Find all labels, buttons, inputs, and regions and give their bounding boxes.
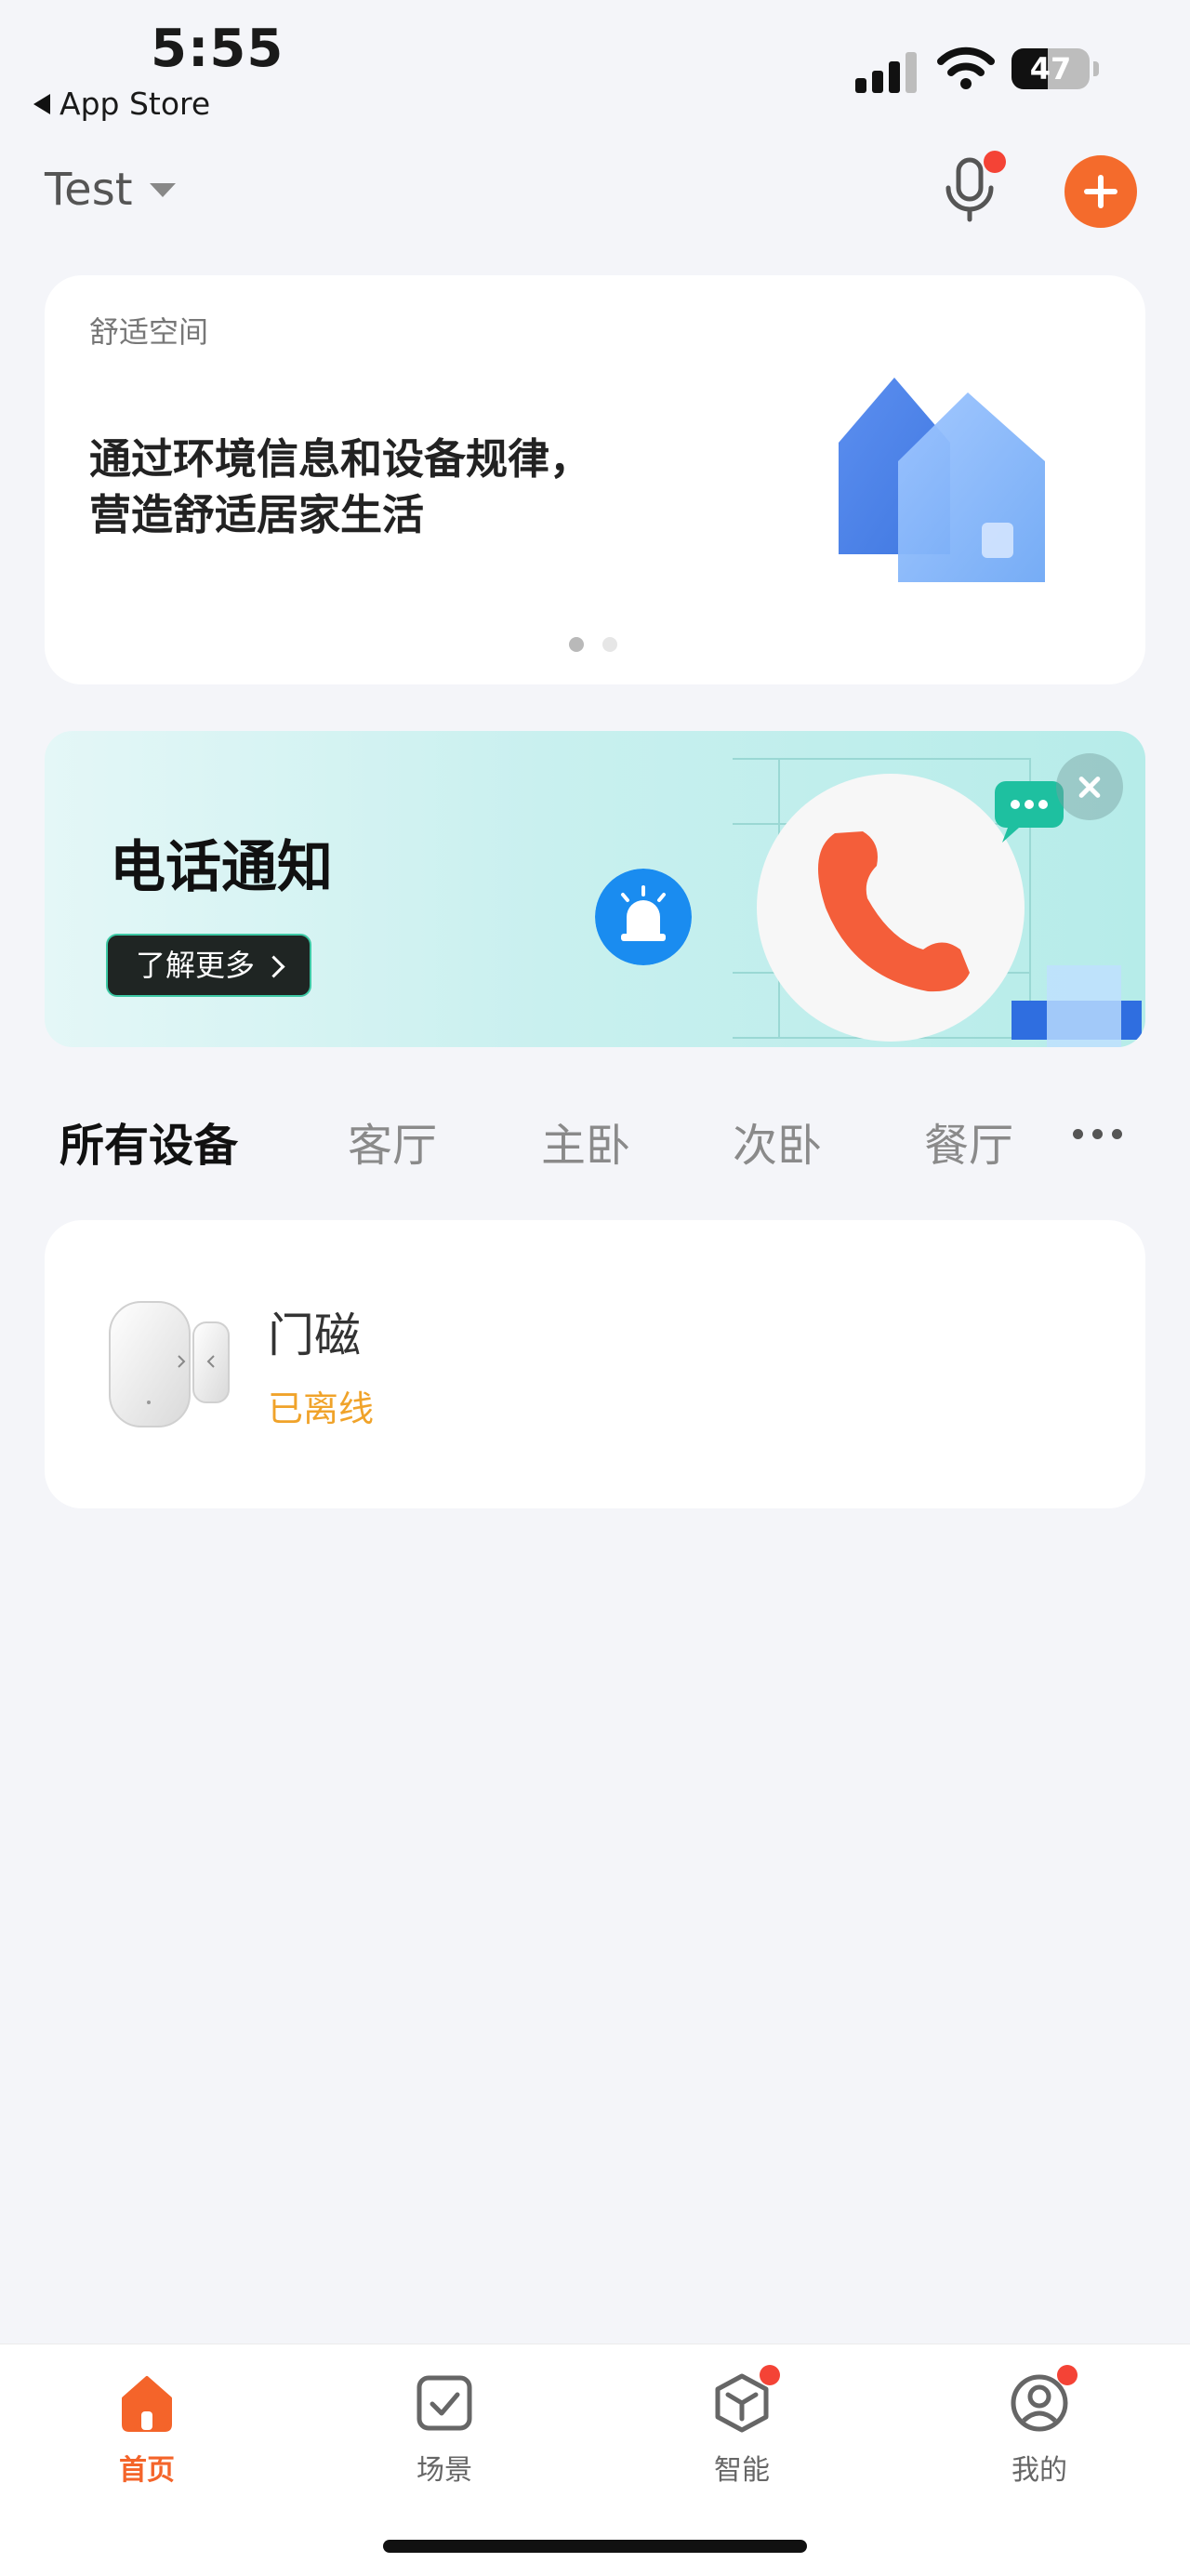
comfort-space-card[interactable]: 舒适空间 通过环境信息和设备规律，营造舒适居家生活 <box>45 275 1145 684</box>
tab-all-devices[interactable]: 所有设备 <box>60 1109 238 1174</box>
home-name: Test <box>45 164 133 216</box>
banner-title: 电话通知 <box>110 835 333 900</box>
home-icon <box>122 2376 172 2432</box>
tab-dining-room[interactable]: 餐厅 <box>924 1109 1013 1174</box>
profile-badge-dot <box>1057 2365 1078 2385</box>
tab-second-bedroom[interactable]: 次卧 <box>733 1109 822 1174</box>
device-name: 门磁 <box>268 1308 361 1362</box>
scene-checkbox-icon <box>416 2375 472 2431</box>
add-button[interactable] <box>1064 155 1137 228</box>
nav-item-profile[interactable]: 我的 <box>965 2365 1114 2488</box>
nav-item-scene[interactable]: 场景 <box>370 2372 519 2488</box>
nav-label-profile: 我的 <box>1012 2454 1067 2487</box>
alarm-siren-icon <box>595 869 692 965</box>
card-label: 舒适空间 <box>89 314 209 350</box>
home-indicator[interactable] <box>383 2540 807 2553</box>
battery-percent: 47 <box>1029 51 1072 86</box>
tab-master-bedroom[interactable]: 主卧 <box>541 1109 630 1174</box>
nav-label-scene: 场景 <box>416 2454 472 2487</box>
caret-down-icon <box>149 182 176 197</box>
device-card[interactable]: 门磁 已离线 <box>45 1220 1145 1508</box>
learn-more-button[interactable]: 了解更多 <box>106 934 312 997</box>
carousel-dot[interactable] <box>602 637 617 652</box>
battery-icon: 47 <box>1012 48 1101 91</box>
card-description: 通过环境信息和设备规律，营造舒适居家生活 <box>89 434 592 539</box>
wifi-icon <box>937 46 995 89</box>
notification-dot <box>984 151 1006 173</box>
nav-item-home[interactable]: 首页 <box>73 2372 221 2488</box>
house-illustration-icon <box>839 378 1045 582</box>
back-to-app-store-link[interactable]: App Store <box>33 86 210 122</box>
back-app-label: App Store <box>60 86 211 122</box>
nav-label-home: 首页 <box>119 2454 175 2487</box>
status-time: 5:55 <box>151 19 284 79</box>
nav-label-smart: 智能 <box>714 2454 770 2487</box>
learn-more-label: 了解更多 <box>136 948 256 983</box>
door-sensor-icon <box>109 1301 230 1427</box>
home-selector[interactable]: Test <box>45 164 176 216</box>
nav-item-smart[interactable]: 智能 <box>668 2365 816 2488</box>
device-status: 已离线 <box>268 1388 375 1429</box>
back-arrow-icon <box>33 93 50 114</box>
more-tabs-icon[interactable] <box>1073 1129 1122 1139</box>
carousel-dot-active[interactable] <box>569 637 584 652</box>
phone-notification-banner[interactable]: 电话通知 了解更多 <box>45 731 1145 1047</box>
close-banner-button[interactable] <box>1056 753 1123 820</box>
tab-living-room[interactable]: 客厅 <box>348 1109 437 1174</box>
smart-badge-dot <box>760 2365 780 2385</box>
chevron-right-icon <box>262 954 285 978</box>
cellular-signal-icon <box>855 52 917 93</box>
